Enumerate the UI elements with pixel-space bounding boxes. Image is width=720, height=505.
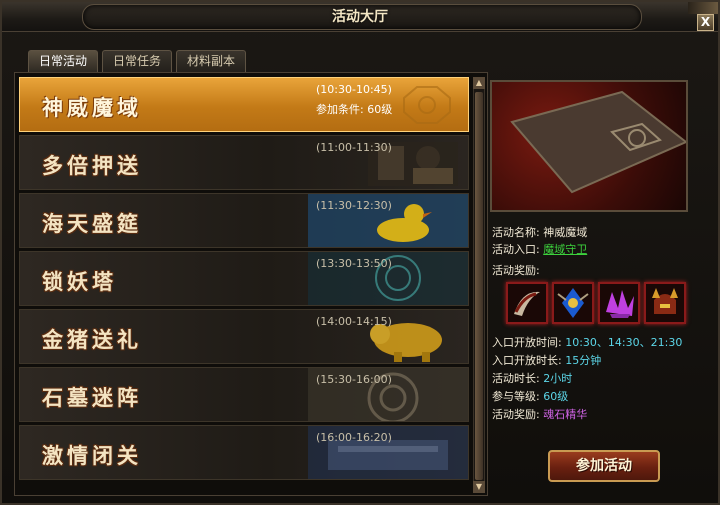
detail-entry: 活动入口: 魔域守卫 [492, 243, 588, 256]
title-bar[interactable]: 活动大厅 X [2, 2, 718, 32]
activity-detail-panel: 活动名称: 神威魔域 活动入口: 魔域守卫 活动奖励: 入口开放时间: 10:3… [488, 78, 710, 496]
activity-name: 金猪送礼 [42, 327, 142, 352]
activity-list-panel: 神威魔域 (10:30-10:45) 参加条件: 60级 多倍押送 (11:00… [14, 72, 488, 496]
tab-daily-activities[interactable]: 日常活动 [28, 50, 99, 72]
activity-row-shenwei-moyu[interactable]: 神威魔域 (10:30-10:45) 参加条件: 60级 [19, 77, 469, 132]
corner-ornament [688, 2, 718, 14]
close-button[interactable]: X [697, 14, 714, 31]
dungeon-floor-icon [510, 90, 686, 194]
activity-row-golden-pig[interactable]: 金猪送礼 (14:00-14:15) [19, 309, 469, 364]
activity-name: 锁妖塔 [42, 269, 117, 294]
tab-daily-quests[interactable]: 日常任务 [102, 50, 173, 72]
entry-npc-link[interactable]: 魔域守卫 [543, 243, 587, 256]
activity-row-demon-tower[interactable]: 锁妖塔 (13:30-13:50) [19, 251, 469, 306]
horn-weapon-icon[interactable] [506, 282, 548, 324]
scroll-thumb[interactable] [475, 92, 483, 480]
detail-open-time: 入口开放时间: 10:30、14:30、21:30 [492, 336, 683, 349]
activity-time: (10:30-10:45) [316, 83, 392, 96]
activity-name: 石墓迷阵 [42, 385, 142, 410]
activity-name: 神威魔域 [42, 95, 142, 120]
demon-helmet-icon[interactable] [644, 282, 686, 324]
activity-row-escort[interactable]: 多倍押送 (11:00-11:30) [19, 135, 469, 190]
activity-name: 海天盛筵 [42, 211, 142, 236]
activity-time: (13:30-13:50) [316, 257, 392, 270]
detail-reward: 活动奖励: 魂石精华 [492, 408, 588, 421]
activity-row-banquet[interactable]: 海天盛筵 (11:30-12:30) [19, 193, 469, 248]
tab-material-dungeon[interactable]: 材料副本 [176, 50, 247, 72]
activity-list-scrollbar[interactable]: ▲ ▼ [473, 77, 485, 493]
detail-duration: 活动时长: 2小时 [492, 372, 573, 385]
activity-time: (14:00-14:15) [316, 315, 392, 328]
activity-time: (11:30-12:30) [316, 199, 392, 212]
blue-gem-amulet-icon[interactable] [552, 282, 594, 324]
activity-row-stone-tomb[interactable]: 石墓迷阵 (15:30-16:00) [19, 367, 469, 422]
purple-crystal-icon[interactable] [598, 282, 640, 324]
activity-name: 激情闭关 [42, 443, 142, 468]
scroll-down-arrow-icon[interactable]: ▼ [473, 481, 485, 493]
detail-name: 活动名称: 神威魔域 [492, 226, 588, 239]
activity-time: (16:00-16:20) [316, 431, 392, 444]
activity-time: (15:30-16:00) [316, 373, 392, 386]
reward-items [506, 282, 686, 324]
tab-bar: 日常活动 日常任务 材料副本 [28, 50, 247, 72]
activity-hall-window: 活动大厅 X 日常活动 日常任务 材料副本 神威魔域 (10:30-10:45)… [0, 0, 720, 505]
activity-name: 多倍押送 [42, 153, 142, 178]
detail-level: 参与等级: 60级 [492, 390, 569, 403]
activity-time: (11:00-11:30) [316, 141, 392, 154]
join-activity-button[interactable]: 参加活动 [548, 450, 660, 482]
scroll-up-arrow-icon[interactable]: ▲ [473, 77, 485, 89]
window-title: 活动大厅 [332, 9, 388, 25]
activity-preview-image [490, 80, 688, 212]
activity-condition: 参加条件: 60级 [316, 103, 393, 116]
detail-reward-label: 活动奖励: [492, 264, 540, 277]
detail-open-duration: 入口开放时长: 15分钟 [492, 354, 602, 367]
activity-row-meditation[interactable]: 激情闭关 (16:00-16:20) [19, 425, 469, 480]
activity-list: 神威魔域 (10:30-10:45) 参加条件: 60级 多倍押送 (11:00… [19, 77, 469, 493]
